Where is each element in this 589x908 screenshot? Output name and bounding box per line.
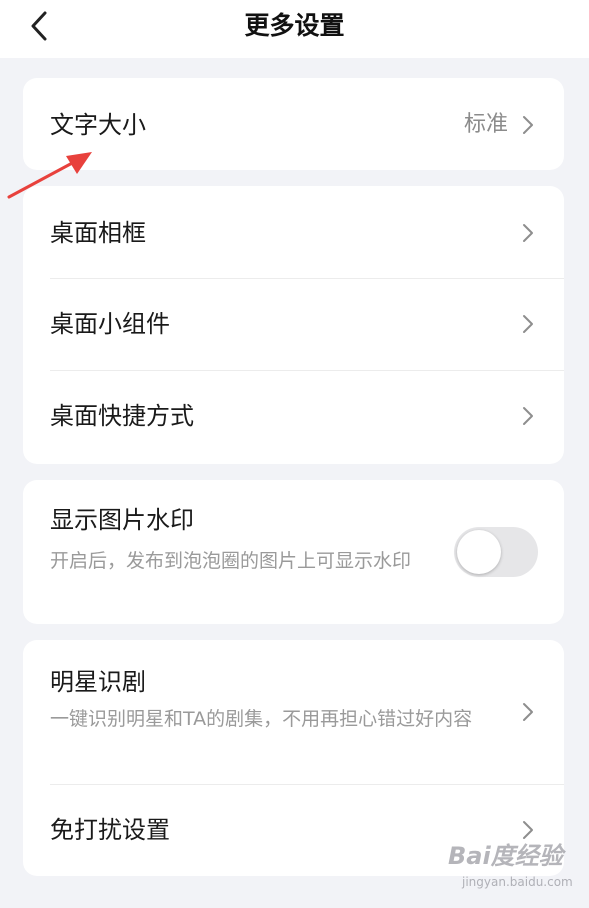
page-title: 更多设置 xyxy=(244,11,345,40)
font-size-value: 标准 xyxy=(463,112,508,137)
watermark-logo: Bai度经验 xyxy=(448,842,563,870)
chevron-right-icon xyxy=(523,703,533,721)
watermark-label: 显示图片水印 xyxy=(50,506,194,534)
desktop-card: 桌面相框 桌面小组件 桌面快捷方式 xyxy=(23,186,564,464)
desktop-shortcut-row[interactable]: 桌面快捷方式 xyxy=(23,370,564,462)
watermark-description: 开启后，发布到泡泡圈的图片上可显示水印 xyxy=(50,550,412,572)
do-not-disturb-label: 免打扰设置 xyxy=(50,816,170,844)
star-recognition-label: 明星识剧 xyxy=(50,668,146,696)
annotation-arrow-icon xyxy=(7,152,92,199)
chevron-right-icon xyxy=(523,821,533,839)
chevron-right-icon xyxy=(523,407,533,425)
watermark-toggle[interactable] xyxy=(454,527,538,577)
font-size-label: 文字大小 xyxy=(50,111,146,139)
watermark-card: 显示图片水印 开启后，发布到泡泡圈的图片上可显示水印 xyxy=(23,480,564,624)
star-recognition-row[interactable]: 明星识剧 一键识别明星和TA的剧集，不用再担心错过好内容 xyxy=(23,640,564,784)
desktop-frame-label: 桌面相框 xyxy=(50,219,146,247)
watermark-url: jingyan.baidu.com xyxy=(462,875,573,889)
chevron-right-icon xyxy=(523,224,533,242)
chevron-right-icon xyxy=(523,315,533,333)
desktop-widget-row[interactable]: 桌面小组件 xyxy=(23,278,564,370)
chevron-right-icon xyxy=(523,116,533,134)
desktop-shortcut-label: 桌面快捷方式 xyxy=(50,402,194,430)
toggle-knob xyxy=(457,530,501,574)
desktop-widget-label: 桌面小组件 xyxy=(50,310,170,338)
star-recognition-description: 一键识别明星和TA的剧集，不用再担心错过好内容 xyxy=(50,708,473,730)
header-bar: 更多设置 xyxy=(0,0,589,58)
baidu-watermark: Bai度经验 jingyan.baidu.com xyxy=(438,840,578,900)
